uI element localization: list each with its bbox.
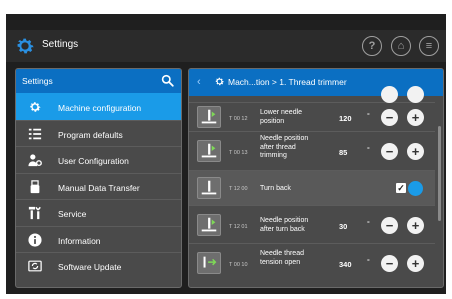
menu-icon[interactable]: ≡ [419,36,439,56]
increase-button[interactable] [407,86,424,103]
settings-gear-icon [17,38,34,54]
parameter-name: Turn back [260,185,291,192]
turn-back-checkbox[interactable]: ✓ [396,183,406,193]
parameter-name: Needle thread tension open [260,250,304,266]
parameter-name: Needle position after turn back [260,217,309,233]
menu-glyph: ≡ [425,40,433,52]
parameter-row-needle-position-after-thread-trimming[interactable]: T 00 13 Needle position after thread tri… [189,132,435,171]
info-icon [28,232,42,247]
sidebar-item-label: Program defaults [58,129,123,140]
parameter-value: 85 [339,148,348,157]
sidebar-item-information[interactable]: Information [16,225,181,253]
parameter-value: 120 [339,114,352,123]
decrease-button[interactable] [381,86,398,103]
sidebar-item-user-configuration[interactable]: User Configuration [16,146,181,173]
list-item-partial [189,86,435,103]
parameter-unit: ° [367,221,370,228]
plus-glyph: + [411,144,420,159]
home-glyph: ⌂ [397,40,405,52]
parameter-code: T 00 10 [229,262,248,268]
breadcrumb-bar: ‹ Mach...tion > 1. Thread trimmer [189,69,443,96]
decrease-button[interactable]: − [381,255,398,272]
user-gear-icon [28,154,42,167]
sidebar-title: Settings [22,76,53,86]
search-icon[interactable] [161,74,174,87]
sidebar-item-manual-data-transfer[interactable]: Manual Data Transfer [16,172,181,200]
detail-panel: ‹ Mach...tion > 1. Thread trimmer T 00 1… [188,68,444,288]
help-icon[interactable]: ? [362,36,382,56]
home-icon[interactable]: ⌂ [391,36,411,56]
decrease-button[interactable]: − [381,109,398,126]
device-screen: Settings ? ⌂ ≡ Settings Machine configur… [6,14,446,294]
decrease-button[interactable]: − [381,217,398,234]
plus-glyph: + [411,110,420,125]
breadcrumb-gear-icon [215,77,224,86]
top-bar: Settings ? ⌂ ≡ [6,30,446,62]
settings-sidebar: Settings Machine configuration Program d… [15,68,182,288]
increase-button[interactable]: + [407,109,424,126]
check-glyph: ✓ [397,183,405,193]
help-glyph: ? [368,40,376,52]
minus-glyph: − [385,256,394,271]
parameter-thumbnail-icon [197,106,221,128]
minus-glyph: − [385,218,394,233]
plus-glyph: + [411,256,420,271]
sidebar-item-label: Machine configuration [58,103,142,113]
sidebar-item-label: User Configuration [58,156,129,166]
parameter-row-lower-needle-position[interactable]: T 00 12 Lower needle position 120 ° − + [189,103,435,132]
parameter-row-needle-position-after-turn-back[interactable]: T 12 01 Needle position after turn back … [189,206,435,244]
list-scrollbar[interactable] [438,126,441,221]
parameter-value: 340 [339,260,352,269]
sidebar-header: Settings [16,69,181,93]
increase-button[interactable]: + [407,143,424,160]
decrease-button[interactable]: − [381,143,398,160]
parameter-value: 30 [339,222,348,231]
parameter-unit: ° [367,113,370,120]
tools-icon [28,206,41,220]
sidebar-item-machine-configuration[interactable]: Machine configuration [16,93,181,120]
minus-glyph: − [385,110,394,125]
sidebar-item-label: Manual Data Transfer [58,182,140,193]
app-title: Settings [42,39,79,50]
parameter-name: Needle position after thread trimming [260,135,309,159]
parameter-row-needle-thread-tension-open[interactable]: T 00 10 Needle thread tension open 340 °… [189,244,435,281]
minus-glyph: − [385,144,394,159]
parameter-unit: ° [367,259,370,266]
parameter-thumbnail-icon [197,252,221,274]
sidebar-item-service[interactable]: Service [16,199,181,226]
increase-button[interactable]: + [407,217,424,234]
back-chevron-icon[interactable]: ‹ [197,76,201,88]
parameter-thumbnail-icon [197,214,221,236]
sidebar-item-program-defaults[interactable]: Program defaults [16,119,181,147]
usb-icon [30,179,40,193]
parameter-code: T 12 01 [229,224,248,230]
parameter-code: T 00 12 [229,116,248,122]
sidebar-item-label: Service [58,209,87,219]
update-icon [28,260,42,272]
parameter-thumbnail-icon [197,140,221,162]
parameter-code: T 12 00 [229,186,248,192]
parameter-unit: ° [367,147,370,154]
increase-button[interactable]: + [407,255,424,272]
parameter-row-turn-back[interactable]: T 12 00 Turn back ✓ [189,171,435,206]
sidebar-item-software-update[interactable]: Software Update [16,252,181,279]
sidebar-item-label: Software Update [58,262,122,272]
grid-icon [28,128,42,139]
parameter-thumbnail-icon [197,177,221,199]
turn-back-toggle[interactable] [408,181,423,196]
sidebar-item-label: Information [58,235,101,246]
plus-glyph: + [411,218,420,233]
breadcrumb[interactable]: Mach...tion > 1. Thread trimmer [228,77,347,87]
parameter-code: T 00 13 [229,150,248,156]
parameter-name: Lower needle position [260,109,303,125]
gear-icon [30,102,41,112]
